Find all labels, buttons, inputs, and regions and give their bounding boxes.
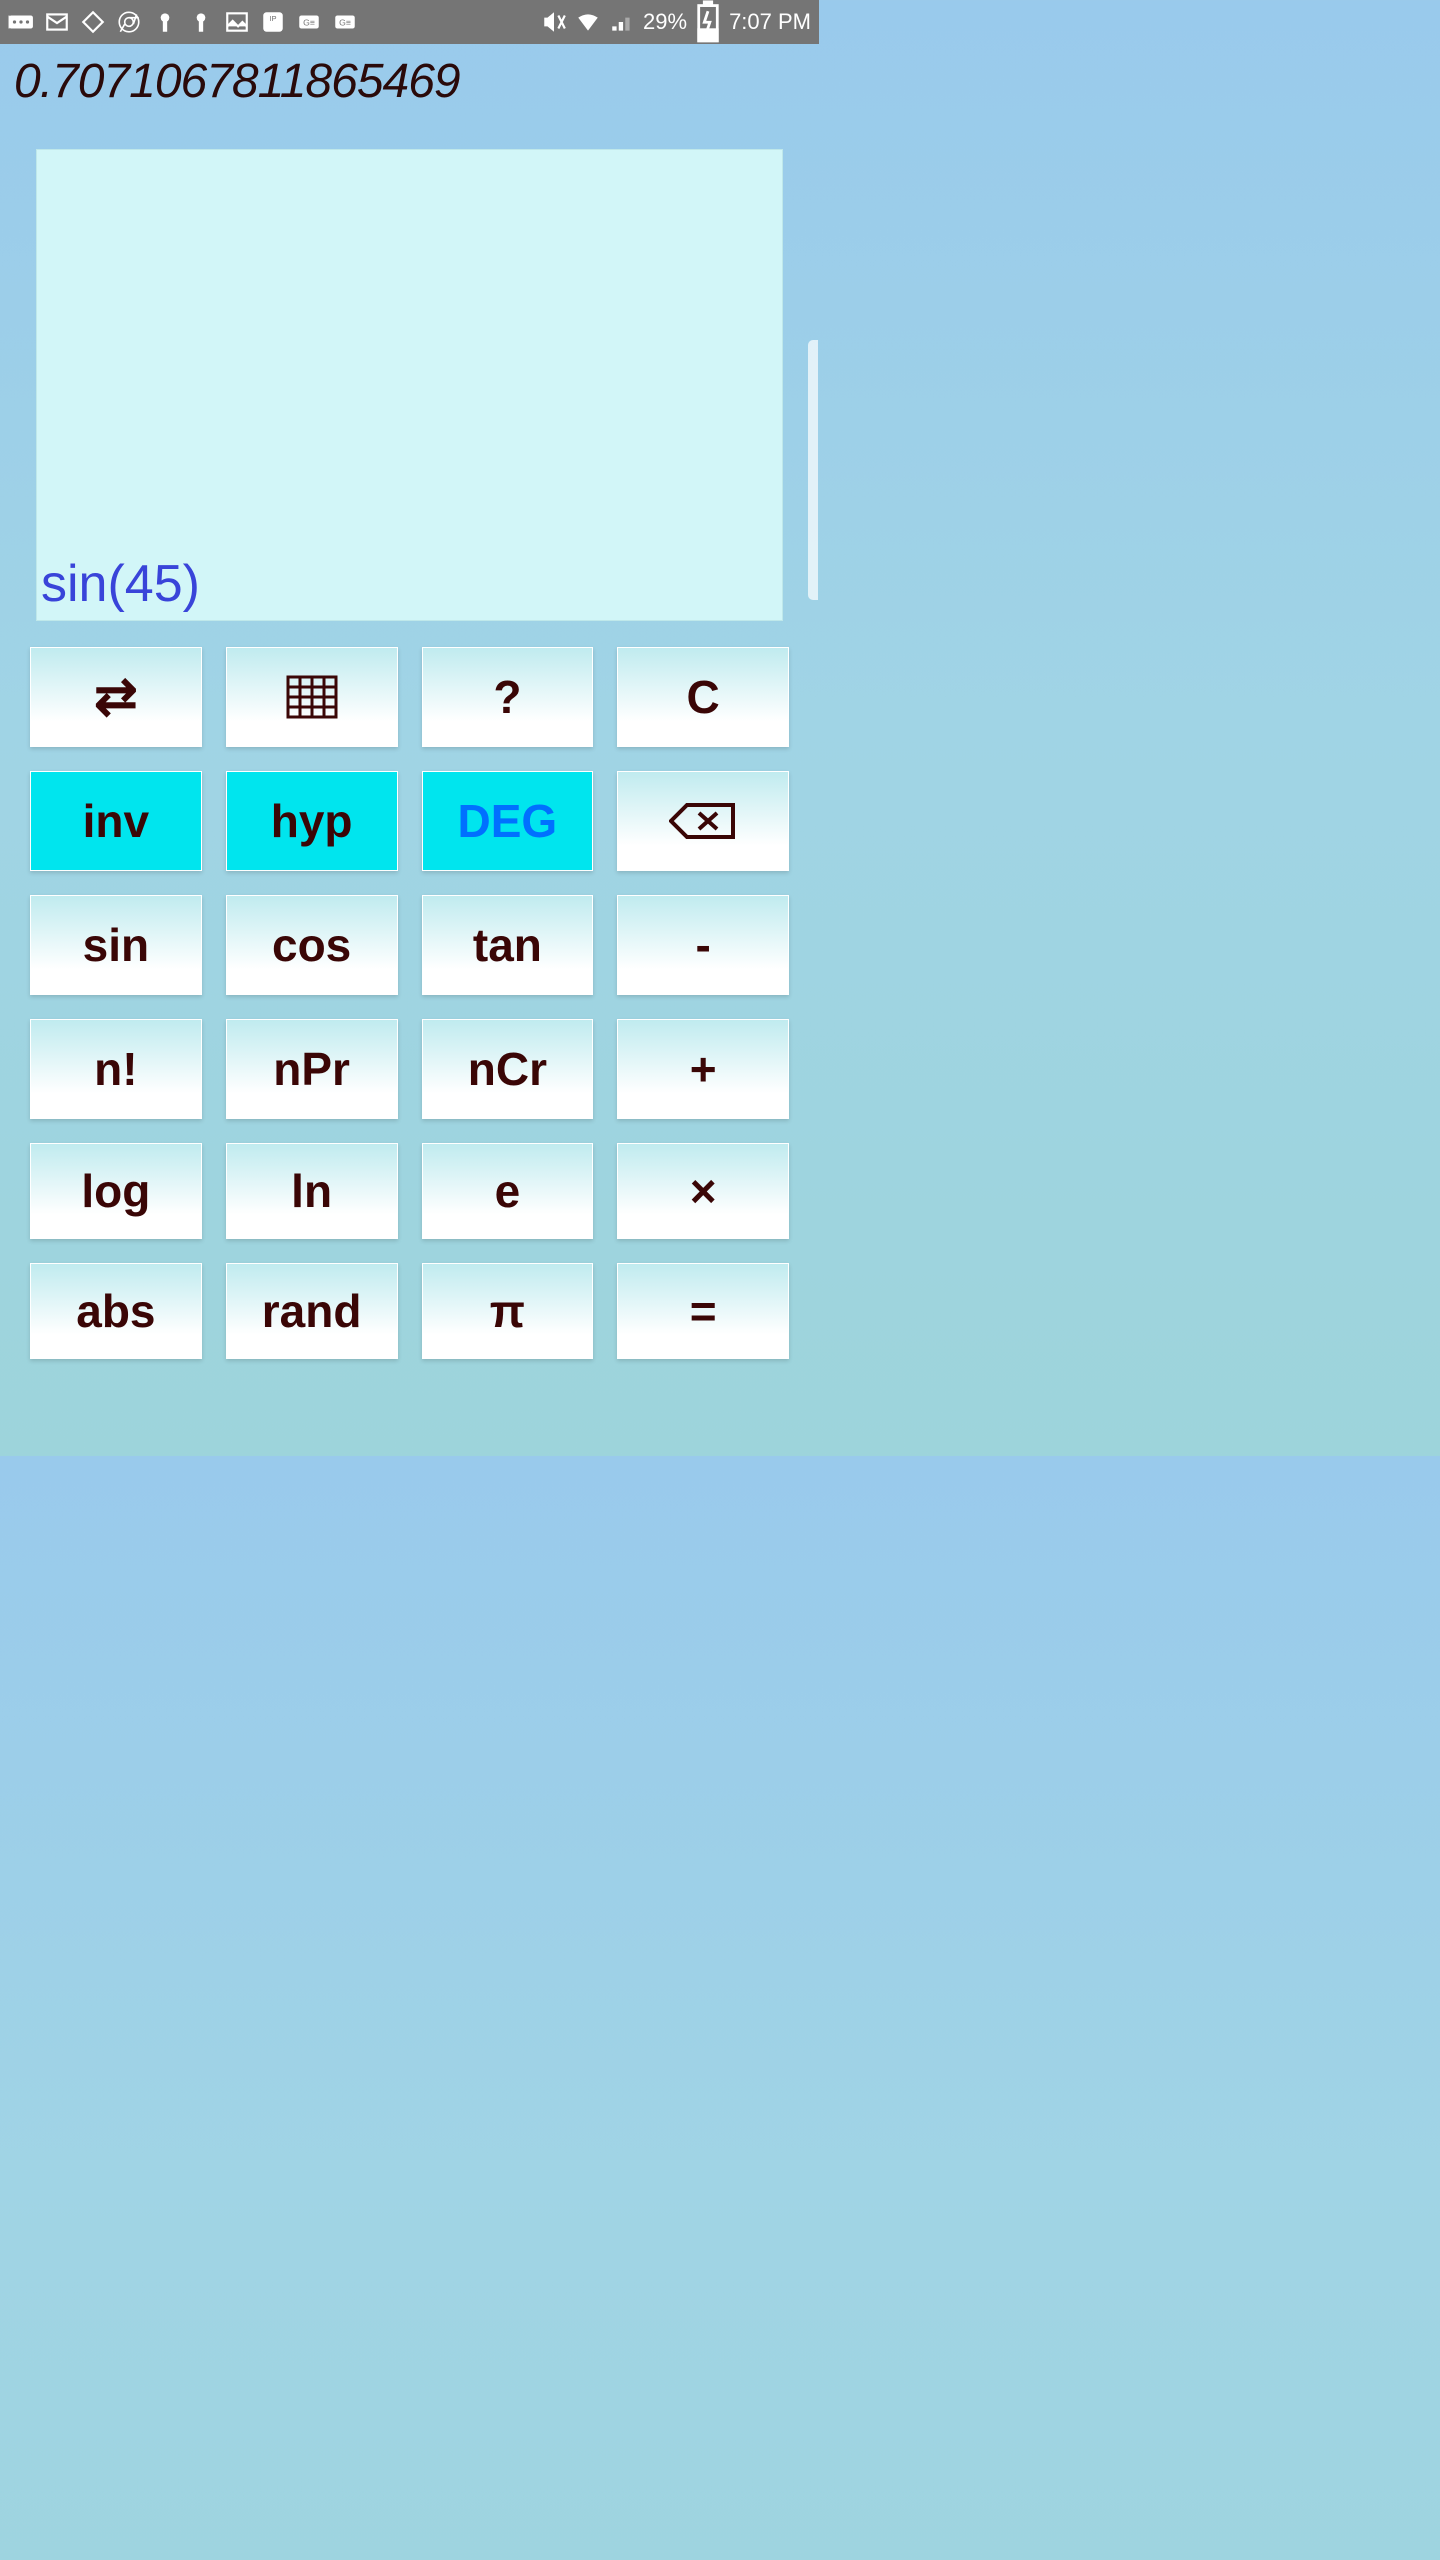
- minus-button[interactable]: -: [617, 895, 789, 995]
- swap-button[interactable]: ⇄: [30, 647, 202, 747]
- mute-icon: [541, 9, 567, 35]
- battery-percent: 29%: [643, 9, 687, 35]
- key-icon-2: [188, 9, 214, 35]
- mail-icon: [44, 9, 70, 35]
- battery-icon: [695, 9, 721, 35]
- grid-icon: [284, 673, 340, 721]
- input-area[interactable]: sin(45): [36, 149, 783, 621]
- swap-icon: ⇄: [94, 684, 138, 710]
- equals-button[interactable]: =: [617, 1263, 789, 1359]
- pi-button[interactable]: π: [422, 1263, 594, 1359]
- svg-text:G≡: G≡: [303, 17, 315, 27]
- app-icon-3: G≡: [332, 9, 358, 35]
- input-expression: sin(45): [41, 554, 778, 614]
- wifi-icon: [575, 9, 601, 35]
- more-icon: [8, 9, 34, 35]
- factorial-button[interactable]: n!: [30, 1019, 202, 1119]
- signal-icon: [609, 9, 635, 35]
- backspace-icon: [669, 801, 737, 841]
- help-button[interactable]: ?: [422, 647, 594, 747]
- app-icon-1: IP: [260, 9, 286, 35]
- ncr-button[interactable]: nCr: [422, 1019, 594, 1119]
- app-icon-2: G≡: [296, 9, 322, 35]
- multiply-button[interactable]: ×: [617, 1143, 789, 1239]
- status-right: 29% 7:07 PM: [541, 9, 811, 35]
- hyp-button[interactable]: hyp: [226, 771, 398, 871]
- e-button[interactable]: e: [422, 1143, 594, 1239]
- result-display: 0.7071067811865469: [0, 44, 819, 119]
- deg-button[interactable]: DEG: [422, 771, 594, 871]
- tan-button[interactable]: tan: [422, 895, 594, 995]
- svg-text:G≡: G≡: [339, 17, 351, 27]
- svg-text:IP: IP: [269, 14, 276, 23]
- rand-button[interactable]: rand: [226, 1263, 398, 1359]
- sin-button[interactable]: sin: [30, 895, 202, 995]
- npr-button[interactable]: nPr: [226, 1019, 398, 1119]
- key-icon: [152, 9, 178, 35]
- ln-button[interactable]: ln: [226, 1143, 398, 1239]
- clear-button[interactable]: C: [617, 647, 789, 747]
- cos-button[interactable]: cos: [226, 895, 398, 995]
- plus-button[interactable]: +: [617, 1019, 789, 1119]
- image-icon: [224, 9, 250, 35]
- diamond-icon: [80, 9, 106, 35]
- backspace-button[interactable]: [617, 771, 789, 871]
- log-button[interactable]: log: [30, 1143, 202, 1239]
- button-grid: ⇄ ? C inv hyp DEG sin cos tan - n! nPr n…: [0, 631, 819, 1375]
- scroll-indicator[interactable]: [808, 340, 818, 600]
- inv-button[interactable]: inv: [30, 771, 202, 871]
- clock-time: 7:07 PM: [729, 9, 811, 35]
- status-left-icons: IP G≡ G≡: [8, 9, 358, 35]
- chrome-icon: [116, 9, 142, 35]
- status-bar: IP G≡ G≡ 29% 7:07 PM: [0, 0, 819, 44]
- grid-button[interactable]: [226, 647, 398, 747]
- abs-button[interactable]: abs: [30, 1263, 202, 1359]
